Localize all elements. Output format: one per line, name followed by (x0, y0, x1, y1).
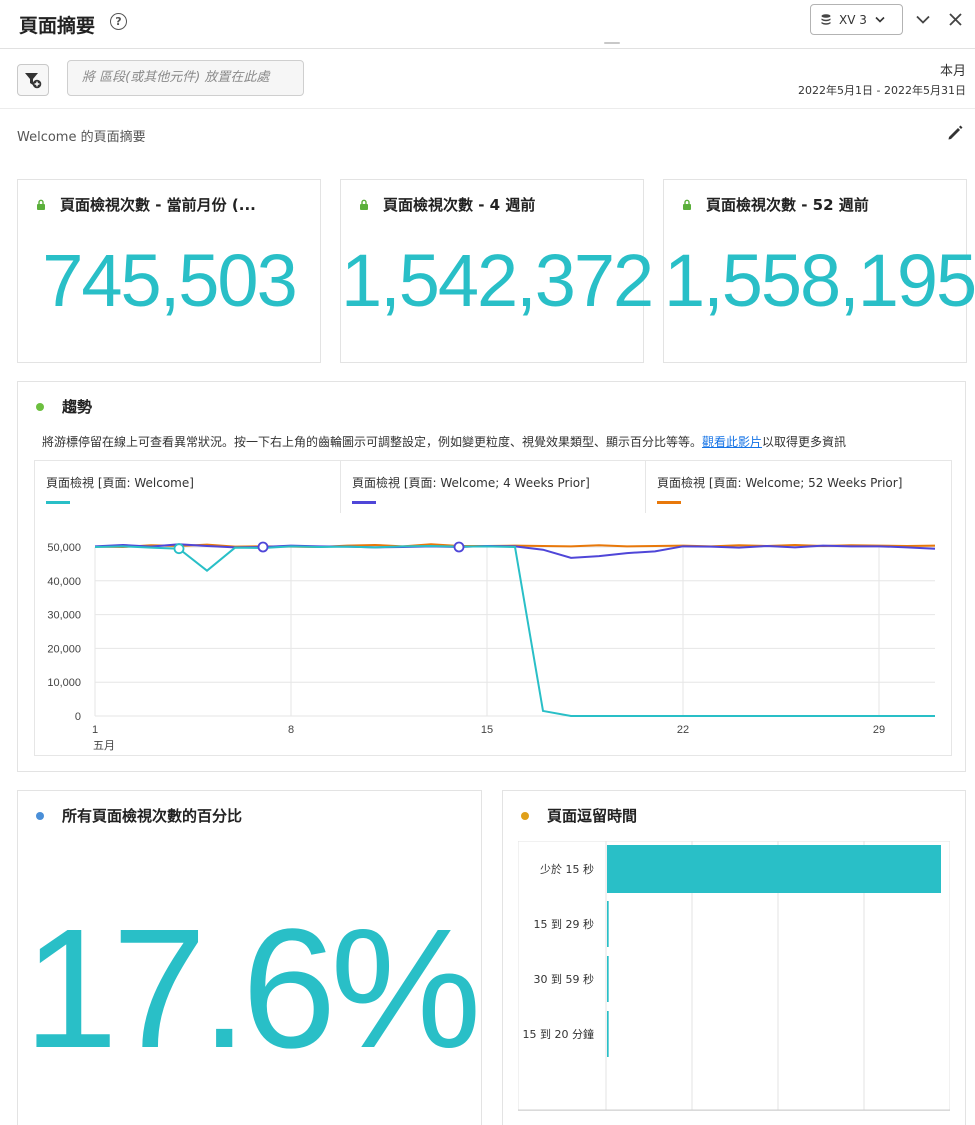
page-title: 頁面摘要 (19, 15, 96, 37)
lock-icon (683, 199, 691, 210)
kpi-value: 1,542,372 (341, 239, 654, 322)
panel-title: Welcome 的頁面摘要 (17, 130, 146, 145)
trend-header: 趨勢 (36, 396, 92, 417)
status-dot (521, 811, 529, 820)
percent-value: 17.6% (23, 894, 481, 1084)
collapse-chevron-icon[interactable] (914, 10, 932, 28)
x-tick-label: 22 (677, 724, 689, 736)
kpi-title: 頁面檢視次數 - 52 週前 (706, 196, 869, 214)
bar (607, 1011, 609, 1057)
database-icon (821, 14, 831, 25)
kpi-header: 頁面檢視次數 - 4 週前 (359, 194, 535, 215)
anomaly-marker (257, 541, 269, 553)
bar-category-label: 15 到 20 分鐘 (523, 1027, 594, 1041)
percent-header: 所有頁面檢視次數的百分比 (36, 805, 242, 826)
y-tick-label: 20,000 (47, 643, 81, 655)
time-on-page-card[interactable]: 頁面逗留時間 少於 15 秒 15 到 29 秒 30 到 59 秒 15 到 20 … (502, 790, 966, 1125)
trend-chart[interactable]: 頁面檢視 [頁面: Welcome] 頁面檢視 [頁面: Welcome; 4 … (34, 460, 952, 756)
status-dot (36, 811, 44, 820)
y-tick-label: 40,000 (47, 576, 81, 588)
legend-label: 頁面檢視 [頁面: Welcome; 4 Weeks Prior] (352, 476, 590, 490)
bar-category-label: 少於 15 秒 (540, 862, 594, 876)
lock-icon (37, 199, 45, 210)
datasource-label: XV 3 (839, 12, 867, 27)
date-period-label: 本月 (939, 64, 966, 79)
trend-description: 將游標停留在線上可查看異常狀況。按一下右上角的齒輪圖示可調整設定，例如變更粒度、… (42, 433, 846, 450)
legend-label: 頁面檢視 [頁面: Welcome; 52 Weeks Prior] (657, 476, 903, 490)
trend-description-suffix: 以取得更多資訊 (762, 435, 847, 449)
kpi-card-52-weeks-prior[interactable]: 頁面檢視次數 - 52 週前 1,558,195 (663, 179, 975, 363)
legend-item[interactable]: 頁面檢視 [頁面: Welcome; 52 Weeks Prior] (646, 461, 951, 513)
trend-description-text: 將游標停留在線上可查看異常狀況。按一下右上角的齒輪圖示可調整設定，例如變更粒度、… (42, 435, 703, 449)
y-tick-label: 30,000 (47, 610, 81, 622)
legend-swatch (657, 501, 681, 504)
divider (0, 108, 975, 109)
trend-title: 趨勢 (62, 398, 93, 416)
percent-title: 所有頁面檢視次數的百分比 (62, 807, 243, 825)
help-icon[interactable]: ? (110, 13, 127, 30)
x-month-label: 五月 (93, 739, 115, 752)
kpi-header: 頁面檢視次數 - 52 週前 (682, 194, 869, 215)
datasource-picker-button[interactable]: XV 3 (810, 4, 903, 35)
trend-card[interactable]: 趨勢 將游標停留在線上可查看異常狀況。按一下右上角的齒輪圖示可調整設定，例如變更… (17, 381, 966, 772)
x-tick-label: 15 (481, 724, 493, 736)
bar (607, 845, 941, 893)
line-chart-plot[interactable]: 0 10,000 20,000 30,000 40,000 50,000 1 8 15 22 29 五… (35, 513, 951, 755)
kpi-title: 頁面檢視次數 - 4 週前 (383, 196, 536, 214)
date-range-label: 2022年5月1日 - 2022年5月31日 (798, 84, 966, 97)
y-tick-label: 50,000 (47, 542, 81, 554)
x-tick-label: 8 (288, 724, 294, 736)
y-tick-label: 0 (75, 711, 81, 723)
status-dot (36, 402, 44, 411)
legend-swatch (352, 501, 376, 504)
add-segment-button[interactable] (17, 64, 49, 96)
bar-category-label: 30 到 59 秒 (534, 972, 594, 986)
filter-add-icon (25, 73, 42, 89)
watch-video-link[interactable]: 觀看此影片 (702, 435, 762, 449)
kpi-header: 頁面檢視次數 - 當前月份 (... (36, 194, 256, 215)
kpi-value: 745,503 (42, 239, 298, 322)
panel-header: 頁面摘要 ? XV 3 (0, 0, 975, 49)
time-header: 頁面逗留時間 (521, 805, 637, 826)
kpi-value: 1,558,195 (664, 239, 975, 322)
y-tick-label: 10,000 (47, 677, 81, 689)
segment-dropzone[interactable]: 將 區段(或其他元件) 放置在此處 (67, 60, 304, 96)
series-line (94, 544, 935, 717)
legend-item[interactable]: 頁面檢視 [頁面: Welcome] (35, 461, 341, 513)
kpi-card-4-weeks-prior[interactable]: 頁面檢視次數 - 4 週前 1,542,372 (340, 179, 654, 363)
date-range-picker[interactable]: 本月 2022年5月1日 - 2022年5月31日 (798, 60, 966, 98)
bar-chart-plot[interactable]: 少於 15 秒 15 到 29 秒 30 到 59 秒 15 到 20 分鐘 (518, 841, 950, 1111)
lock-icon (360, 199, 368, 210)
anomaly-marker (173, 543, 185, 555)
time-title: 頁面逗留時間 (547, 807, 638, 825)
drag-handle[interactable] (604, 42, 620, 44)
legend-swatch (46, 501, 70, 504)
x-tick-label: 1 (92, 724, 98, 736)
chevron-down-icon (875, 16, 885, 23)
close-icon[interactable] (946, 10, 964, 28)
bar (607, 901, 609, 947)
bar-category-label: 15 到 29 秒 (534, 917, 594, 931)
kpi-card-current-month[interactable]: 頁面檢視次數 - 當前月份 (... 745,503 (17, 179, 321, 363)
kpi-title: 頁面檢視次數 - 當前月份 (... (60, 196, 256, 214)
percent-card[interactable]: 所有頁面檢視次數的百分比 17.6% (17, 790, 482, 1125)
bar (607, 956, 609, 1002)
pencil-icon[interactable] (946, 124, 964, 142)
x-tick-label: 29 (873, 724, 885, 736)
legend-label: 頁面檢視 [頁面: Welcome] (46, 476, 194, 490)
anomaly-marker (453, 541, 465, 553)
legend-item[interactable]: 頁面檢視 [頁面: Welcome; 4 Weeks Prior] (341, 461, 646, 513)
